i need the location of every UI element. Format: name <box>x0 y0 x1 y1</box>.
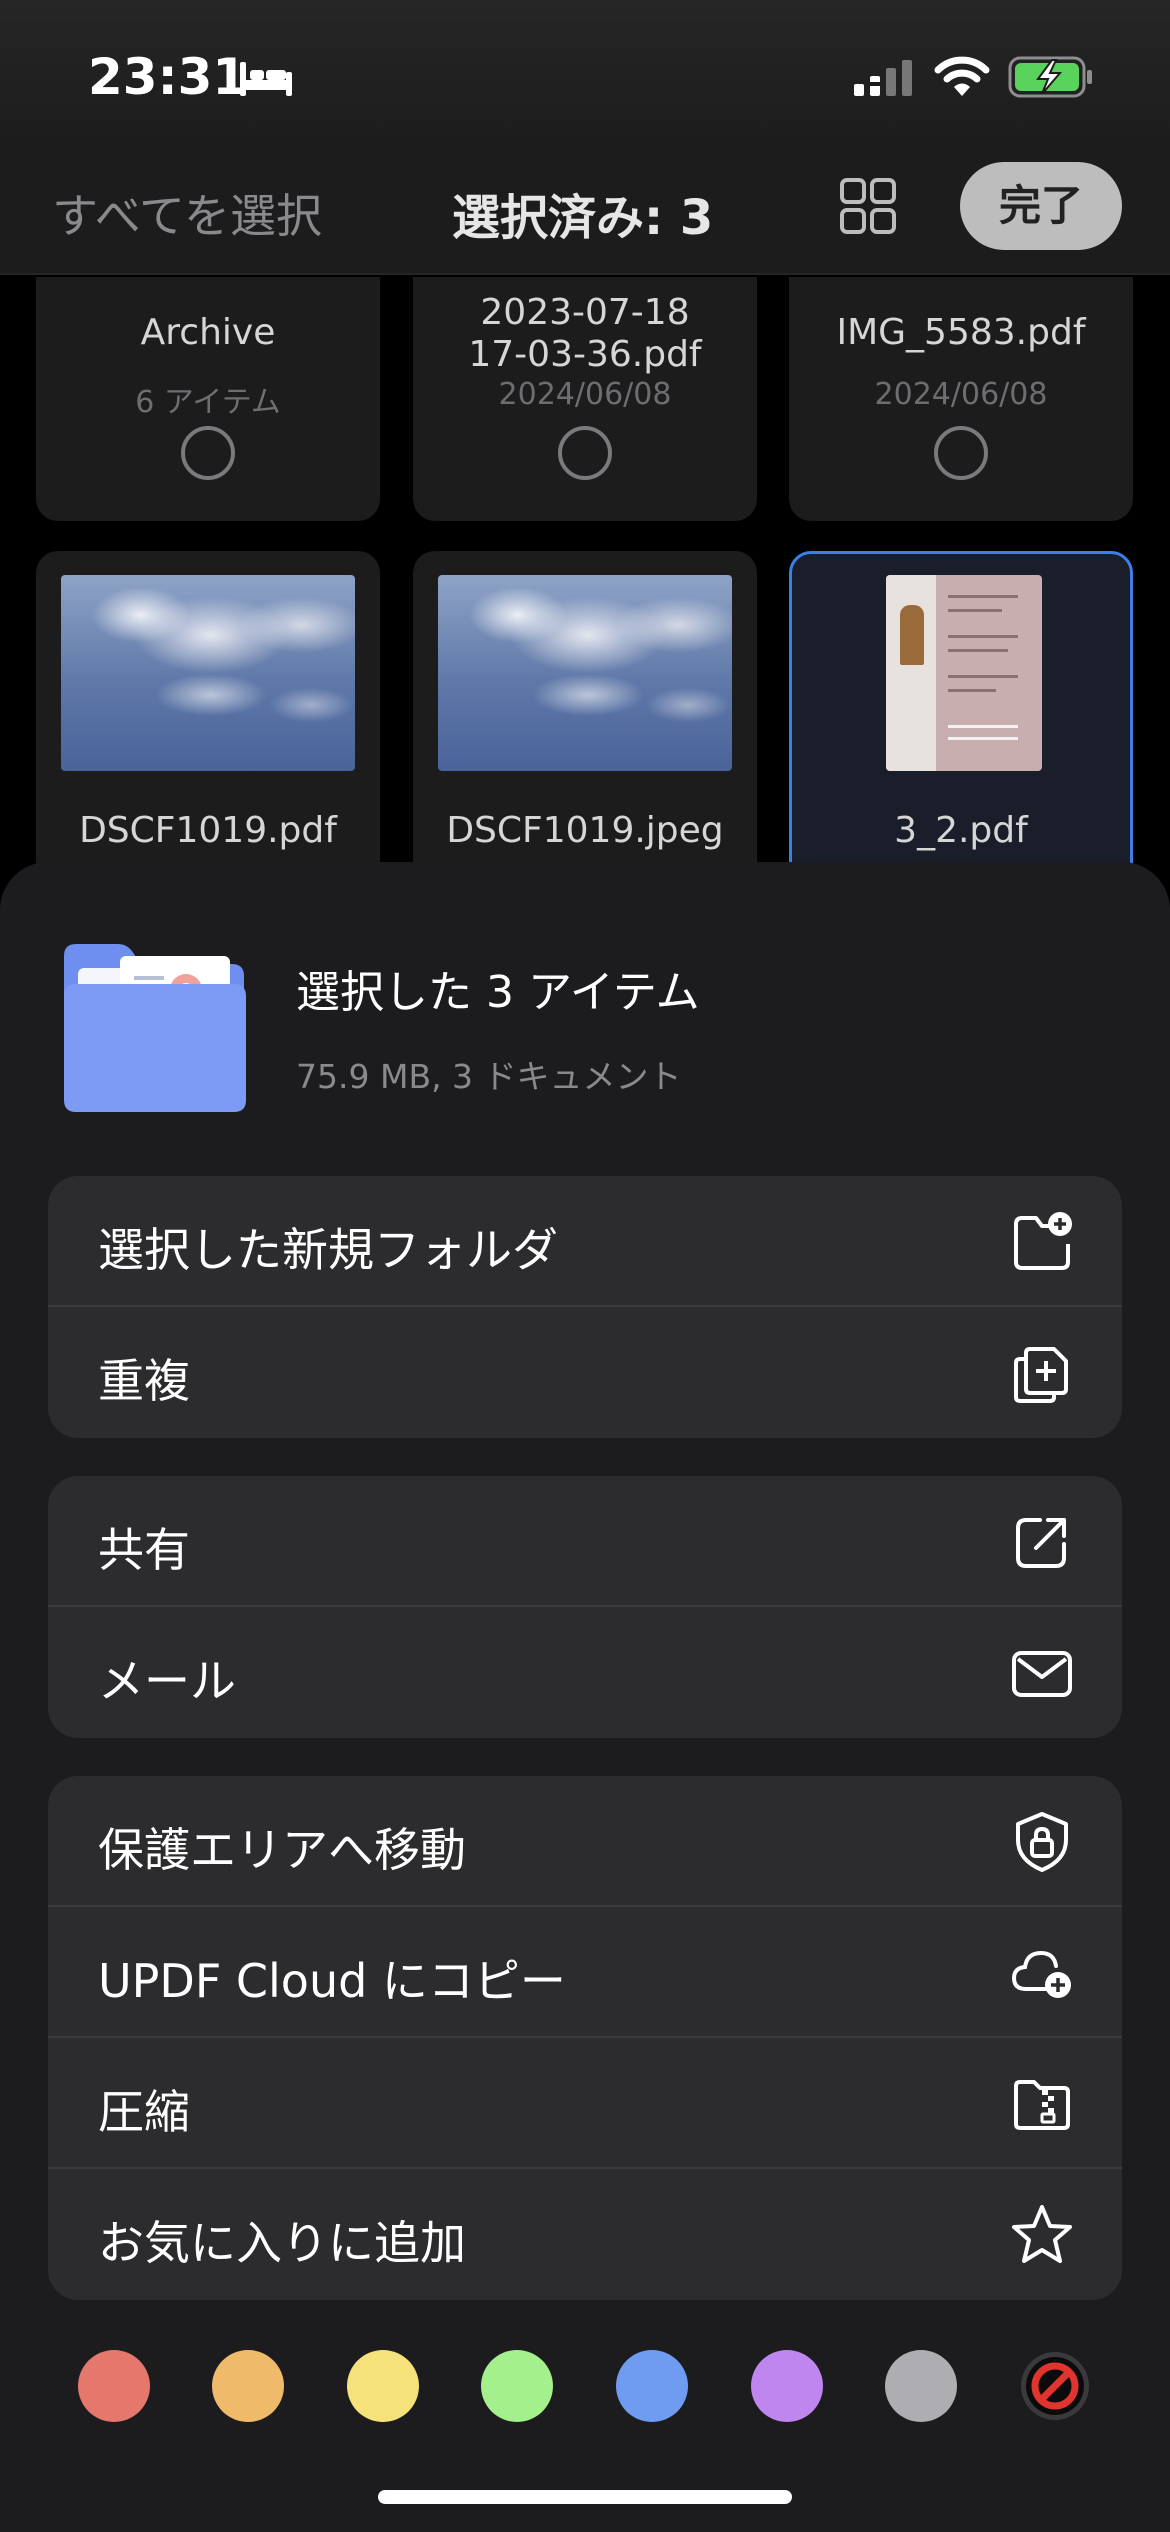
file-name: IMG_5583.pdf <box>836 312 1086 353</box>
action-sheet: 選択した 3 アイテム 75.9 MB, 3 ドキュメント 選択した新規フォルダ… <box>0 862 1170 2532</box>
shield-lock-icon <box>1016 1812 1068 1872</box>
wifi-icon <box>934 56 990 96</box>
folder-plus-icon <box>1014 1212 1072 1270</box>
sleep-mode-icon <box>240 62 292 96</box>
status-bar: 23:31 <box>0 0 1170 150</box>
selection-circle[interactable] <box>934 426 988 480</box>
battery-charging-icon <box>1008 56 1092 98</box>
file-grid: Archive 6 アイテム 2023-07-18 17-03-36.pdf 2… <box>0 277 1170 877</box>
file-name-line2: 17-03-36.pdf <box>468 334 702 375</box>
zip-folder-icon <box>1014 2080 1070 2130</box>
sheet-subtitle: 75.9 MB, 3 ドキュメント <box>296 1057 682 1096</box>
file-thumbnail <box>61 575 355 771</box>
file-thumbnail <box>886 575 1042 771</box>
file-name: DSCF1019.pdf <box>79 810 337 851</box>
file-meta: 2024/06/08 <box>874 377 1048 412</box>
action-group-organize: 選択した新規フォルダ 重複 <box>48 1176 1122 1438</box>
file-card-3-2-pdf[interactable]: 3_2.pdf <box>789 551 1133 877</box>
cloud-plus-icon <box>1011 1950 1071 1998</box>
file-meta: 2024/06/08 <box>498 377 672 412</box>
action-move-to-secure-area[interactable]: 保護エリアへ移動 <box>48 1776 1122 1907</box>
folder-icon <box>64 944 246 1112</box>
action-share[interactable]: 共有 <box>48 1476 1122 1607</box>
action-label: メール <box>98 1654 236 1708</box>
action-copy-to-cloud[interactable]: UPDF Cloud にコピー <box>48 1907 1122 2038</box>
action-label: 保護エリアへ移動 <box>98 1823 466 1877</box>
duplicate-icon <box>1014 1347 1068 1403</box>
file-card-dscf1019-pdf[interactable]: DSCF1019.pdf <box>36 551 380 877</box>
sheet-title: 選択した 3 アイテム <box>296 967 700 1018</box>
file-meta: 6 アイテム <box>135 385 281 420</box>
grid-view-icon[interactable] <box>838 176 898 236</box>
share-icon <box>1016 1518 1066 1568</box>
color-tag-gray[interactable] <box>885 2350 957 2422</box>
selection-circle[interactable] <box>558 426 612 480</box>
color-tag-yellow[interactable] <box>347 2350 419 2422</box>
file-name: Archive <box>140 312 276 353</box>
file-card-2023-07-18[interactable]: 2023-07-18 17-03-36.pdf 2024/06/08 <box>413 277 757 521</box>
action-label: 重複 <box>98 1354 190 1408</box>
select-all-button[interactable]: すべてを選択 <box>52 180 322 246</box>
file-card-dscf1019-jpeg[interactable]: DSCF1019.jpeg <box>413 551 757 877</box>
no-color-icon[interactable] <box>1019 2350 1091 2422</box>
action-label: お気に入りに追加 <box>98 2216 466 2270</box>
action-mail[interactable]: メール <box>48 1607 1122 1738</box>
action-compress[interactable]: 圧縮 <box>48 2038 1122 2169</box>
selection-circle[interactable] <box>181 426 235 480</box>
action-label: 選択した新規フォルダ <box>98 1223 558 1277</box>
file-card-img-5583[interactable]: IMG_5583.pdf 2024/06/08 <box>789 277 1133 521</box>
action-group-more: 保護エリアへ移動 UPDF Cloud にコピー 圧縮 お気に入りに追加 <box>48 1776 1122 2300</box>
action-new-folder[interactable]: 選択した新規フォルダ <box>48 1176 1122 1307</box>
color-tag-purple[interactable] <box>751 2350 823 2422</box>
mail-icon <box>1012 1651 1072 1697</box>
action-duplicate[interactable]: 重複 <box>48 1307 1122 1438</box>
action-label: 共有 <box>98 1523 190 1577</box>
file-name: 3_2.pdf <box>894 810 1028 851</box>
file-thumbnail <box>438 575 732 771</box>
action-label: 圧縮 <box>98 2085 190 2139</box>
color-tag-green[interactable] <box>481 2350 553 2422</box>
status-time: 23:31 <box>88 48 248 106</box>
cellular-signal-icon <box>854 60 912 96</box>
file-card-archive[interactable]: Archive 6 アイテム <box>36 277 380 521</box>
action-label: UPDF Cloud にコピー <box>98 1954 566 2008</box>
done-button[interactable]: 完了 <box>960 162 1122 250</box>
action-add-to-favorites[interactable]: お気に入りに追加 <box>48 2169 1122 2300</box>
file-name: DSCF1019.jpeg <box>446 810 724 851</box>
selection-count-title: 選択済み: 3 <box>452 190 714 246</box>
file-name-line1: 2023-07-18 <box>480 292 690 333</box>
navigation-bar: すべてを選択 選択済み: 3 完了 <box>0 150 1170 275</box>
color-tag-red[interactable] <box>78 2350 150 2422</box>
color-tag-blue[interactable] <box>616 2350 688 2422</box>
star-icon <box>1012 2205 1072 2263</box>
action-group-share: 共有 メール <box>48 1476 1122 1738</box>
color-tag-orange[interactable] <box>212 2350 284 2422</box>
home-indicator <box>378 2490 792 2504</box>
